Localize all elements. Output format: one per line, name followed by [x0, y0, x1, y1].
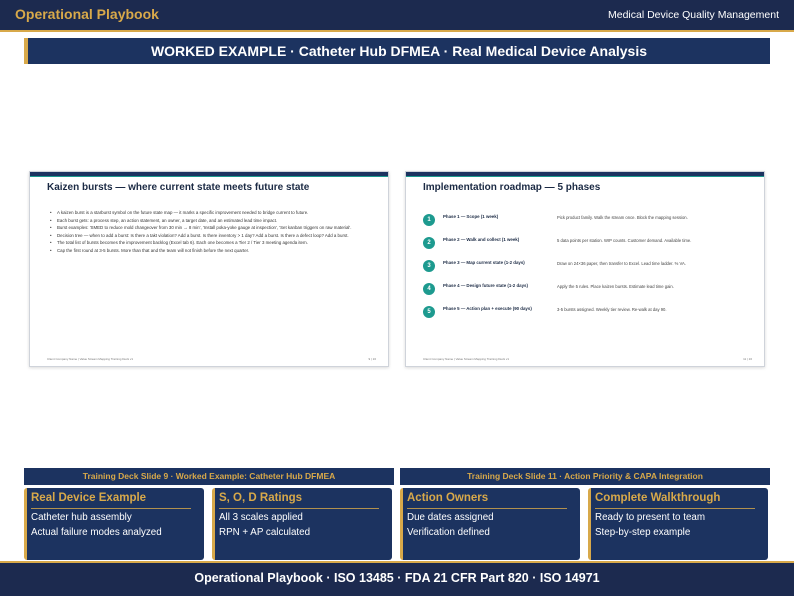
phase-description: Apply the 5 rules. Place kaizen bursts. … [557, 284, 674, 289]
phase-number-badge: 4 [423, 283, 435, 295]
footer-bar: Operational Playbook · ISO 13485 · FDA 2… [0, 561, 794, 596]
phase-title: Phase 5 — Action plan + execute (90 days… [443, 306, 532, 311]
slide-page-number: 9 | 16 [368, 357, 376, 361]
slide-thumbnail-kaizen[interactable]: Kaizen bursts — where current state meet… [29, 171, 389, 367]
slide-title: Implementation roadmap — 5 phases [423, 182, 601, 193]
phase-number-badge: 5 [423, 306, 435, 318]
footer-text: Operational Playbook · ISO 13485 · FDA 2… [194, 571, 600, 585]
phase-title: Phase 1 — Scope (1 week) [443, 214, 499, 219]
phase-number-badge: 2 [423, 237, 435, 249]
card-divider [31, 508, 191, 509]
phase-title: Phase 4 — Design future state (1-2 days) [443, 283, 528, 288]
footer-divider [0, 561, 794, 563]
card-line: Ready to present to team [595, 512, 706, 523]
feature-card-walkthrough: Complete Walkthrough Ready to present to… [588, 488, 768, 560]
caption-right: Training Deck Slide 11 · Action Priority… [400, 468, 770, 485]
card-line: Catheter hub assembly [31, 512, 132, 523]
phase-number-badge: 1 [423, 214, 435, 226]
card-divider [219, 508, 379, 509]
bullet-item: A kaizen burst is a starburst symbol on … [50, 210, 381, 216]
section-banner: WORKED EXAMPLE · Catheter Hub DFMEA · Re… [24, 38, 770, 64]
card-line: Verification defined [407, 527, 490, 538]
bullet-item: Cap the first round at 3-5 bursts. More … [50, 248, 381, 254]
feature-card-real-device: Real Device Example Catheter hub assembl… [24, 488, 204, 560]
bullet-item: Each burst gets: a process step, an acti… [50, 218, 381, 224]
card-line: RPN + AP calculated [219, 527, 311, 538]
phase-title: Phase 3 — Map current state (1-2 days) [443, 260, 525, 265]
header-subtitle: Medical Device Quality Management [608, 9, 779, 21]
card-line: Step-by-step example [595, 527, 691, 538]
phase-description: Pick product family. Walk the stream onc… [557, 215, 688, 220]
phase-number-badge: 3 [423, 260, 435, 272]
banner-title: WORKED EXAMPLE · Catheter Hub DFMEA · Re… [150, 43, 648, 59]
bullet-item: The total list of bursts becomes the imp… [50, 240, 381, 246]
phase-description: 3-5 bursts assigned. Weekly tier review.… [557, 307, 667, 312]
phase-description: 5 data points per station. WIP counts. C… [557, 238, 692, 243]
bullet-item: Burst examples: 'SMED to reduce mold cha… [50, 225, 381, 231]
caption-left: Training Deck Slide 9 · Worked Example: … [24, 468, 394, 485]
card-title: Action Owners [407, 492, 489, 504]
slide-footer: Client Company Name | Value Stream Mappi… [47, 357, 134, 361]
card-title: Real Device Example [31, 492, 147, 504]
slide-page-number: 11 | 16 [743, 357, 752, 361]
phase-row-4: 4 Phase 4 — Design future state (1-2 day… [423, 281, 753, 297]
slide-bullet-list: A kaizen burst is a starburst symbol on … [47, 210, 381, 256]
phase-title: Phase 2 — Walk and collect (1 week) [443, 237, 520, 242]
card-line: Actual failure modes analyzed [31, 527, 162, 538]
feature-card-ratings: S, O, D Ratings All 3 scales applied RPN… [212, 488, 392, 560]
feature-card-action-owners: Action Owners Due dates assigned Verific… [400, 488, 580, 560]
slide-accent-line [30, 176, 388, 177]
card-title: S, O, D Ratings [219, 492, 303, 504]
phase-row-5: 5 Phase 5 — Action plan + execute (90 da… [423, 304, 753, 320]
card-title: Complete Walkthrough [595, 492, 721, 504]
card-line: Due dates assigned [407, 512, 494, 523]
bullet-item: Decision tree — when to add a burst: Is … [50, 233, 381, 239]
phase-description: Draw on 24×36 paper, then transfer to Ex… [557, 261, 686, 266]
top-header-bar: Operational Playbook Medical Device Qual… [0, 0, 794, 30]
card-divider [407, 508, 567, 509]
phase-row-1: 1 Phase 1 — Scope (1 week) Pick product … [423, 212, 753, 228]
phase-row-3: 3 Phase 3 — Map current state (1-2 days)… [423, 258, 753, 274]
card-divider [595, 508, 755, 509]
brand-title: Operational Playbook [15, 6, 159, 22]
phase-row-2: 2 Phase 2 — Walk and collect (1 week) 5 … [423, 235, 753, 251]
header-divider [0, 30, 794, 32]
slide-accent-line [406, 176, 764, 177]
slide-footer: Client Company Name | Value Stream Mappi… [423, 357, 510, 361]
slide-thumbnail-roadmap[interactable]: Implementation roadmap — 5 phases 1 Phas… [405, 171, 765, 367]
slide-title: Kaizen bursts — where current state meet… [47, 182, 310, 193]
card-line: All 3 scales applied [219, 512, 303, 523]
